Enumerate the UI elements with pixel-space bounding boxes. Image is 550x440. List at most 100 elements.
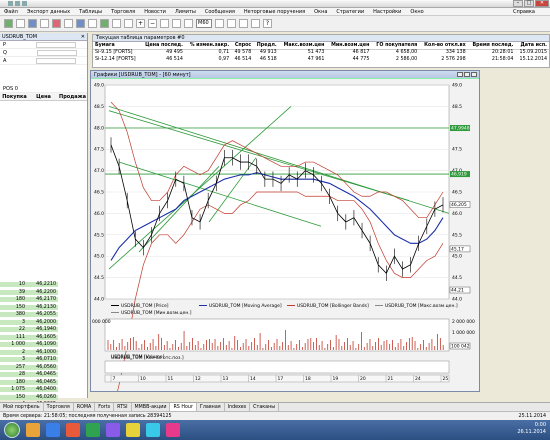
order-book-row[interactable]: 150 46,0260 (0, 394, 88, 402)
column-header[interactable]: % измен.закр. (184, 42, 232, 50)
order-book-row[interactable]: 3 46,2000 (0, 319, 88, 327)
close-icon[interactable]: ✕ (81, 34, 85, 40)
menu-item[interactable]: Торговля (111, 9, 135, 15)
text-tool-icon[interactable] (184, 19, 193, 28)
minimize-button[interactable]: – (513, 0, 523, 7)
taskbar-app-icon[interactable] (66, 423, 80, 437)
order-book-row[interactable]: 2 46,1000 (0, 349, 88, 357)
order-book-row[interactable]: 22 46,1940 (0, 326, 88, 334)
menu-item[interactable]: Сообщения (205, 9, 235, 15)
menu-item[interactable]: Настройки (373, 9, 401, 15)
price-chart[interactable]: 49.049.048.548.548.048.047.547.547.047.0… (91, 79, 479, 419)
minimize-button[interactable] (457, 72, 463, 77)
taskbar-app-icon[interactable] (166, 423, 180, 437)
column-header[interactable]: ГО покупателя (371, 42, 420, 50)
order-icon[interactable] (40, 19, 49, 28)
quantity-field[interactable]: Q (0, 49, 87, 57)
save-icon[interactable] (16, 19, 25, 28)
cursor-icon[interactable] (160, 19, 169, 28)
legend-entry[interactable]: USDRUB_TOM [Макс.возм.цен.] (385, 303, 458, 309)
timeframe-select[interactable]: M60 (196, 19, 212, 28)
volume-left-label: 000 000 (92, 319, 111, 325)
help-icon[interactable]: ? (263, 19, 272, 28)
taskbar-app-icon[interactable] (26, 423, 40, 437)
column-header[interactable]: Спрос (231, 42, 254, 50)
zoom-in-icon[interactable]: + (136, 19, 145, 28)
column-header[interactable]: Предл. (253, 42, 279, 50)
clock-time: 0:00 (534, 422, 546, 428)
trade-icon[interactable] (100, 19, 109, 28)
column-header[interactable]: Цена послед. (140, 42, 185, 50)
order-book-row[interactable]: 257 46,0560 (0, 364, 88, 372)
quantity-input[interactable] (36, 49, 77, 56)
table-row[interactable]: Si-9.15 [FORTS] 49 495 0,71 49 578 49 913 51 … (93, 49, 549, 56)
column-header[interactable]: Мин.возм.цен (326, 42, 372, 50)
order-book-row[interactable]: 28 46,0465 (0, 371, 88, 379)
order-book-row[interactable]: 1 000 46,1090 (0, 341, 88, 349)
toolbar-icon[interactable] (15, 1, 20, 6)
candles-icon[interactable] (215, 19, 224, 28)
print-icon[interactable] (251, 19, 260, 28)
order-book-row[interactable]: 180 46,0465 (0, 379, 88, 387)
chart-icon[interactable] (52, 19, 61, 28)
menu-item[interactable]: Неторговые поручения (244, 9, 305, 15)
oi-legend: USDRUB_TOM [Кол-во отс.поз.] (111, 355, 184, 361)
settings-icon[interactable] (124, 19, 133, 28)
account-field[interactable]: А (0, 57, 87, 65)
legend-entry[interactable]: USDRUB_TOM [Мин.возм.цен.] (121, 310, 192, 316)
taskbar-app-icon[interactable] (146, 423, 160, 437)
taskbar-app-icon[interactable] (126, 423, 140, 437)
column-header[interactable]: Макс.возм.цен (278, 42, 327, 50)
filter-icon[interactable] (112, 19, 121, 28)
legend-entry[interactable]: USDRUB_TOM [Price] (121, 303, 169, 309)
menu-item[interactable]: Стратегии (336, 9, 364, 15)
order-book-row[interactable]: 111 46,1605 (0, 334, 88, 342)
menu-item[interactable]: Окна (314, 9, 327, 15)
start-button[interactable] (4, 422, 20, 438)
maximize-button[interactable]: □ (524, 0, 534, 7)
taskbar-app-icon[interactable] (86, 423, 100, 437)
menu-item[interactable]: Экспорт данных (27, 9, 70, 15)
line-tool-icon[interactable] (172, 19, 181, 28)
zoom-out-icon[interactable]: − (148, 19, 157, 28)
order-book-row[interactable]: 3 46,0710 (0, 356, 88, 364)
account-select[interactable] (36, 57, 77, 64)
close-button[interactable]: ✕ (535, 0, 549, 7)
taskbar-app-icon[interactable] (106, 423, 120, 437)
connect-icon[interactable] (4, 19, 13, 28)
news-icon[interactable] (64, 19, 73, 28)
toolbar-icon[interactable] (22, 1, 27, 6)
price-field[interactable]: Р (0, 41, 87, 49)
legend-entry[interactable]: USDRUB_TOM [Bollinger Bands] (297, 303, 369, 309)
menu-item[interactable]: Новости (144, 9, 166, 15)
maximize-button[interactable] (464, 72, 470, 77)
column-header[interactable]: Кол-во откл.вх (419, 42, 468, 50)
table-icon[interactable] (28, 19, 37, 28)
taskbar-app-icon[interactable] (46, 423, 60, 437)
order-book-row[interactable]: 180 46,2170 (0, 296, 88, 304)
indicator-icon[interactable] (239, 19, 248, 28)
menu-item-help[interactable]: Справка (513, 9, 535, 15)
menu-item[interactable]: Лимиты (175, 9, 196, 15)
bars-icon[interactable] (227, 19, 236, 28)
toolbar-icon[interactable] (8, 1, 13, 6)
order-book-row[interactable]: 1 075 46,0400 (0, 386, 88, 394)
order-book-row[interactable]: 10 46,2210 (0, 281, 88, 289)
quotes-icon[interactable] (88, 19, 97, 28)
legend-entry[interactable]: USDRUB_TOM [Moving Average] (209, 303, 282, 309)
ask-volume: 10 (0, 282, 28, 288)
price-input[interactable] (36, 41, 77, 48)
close-button[interactable] (471, 72, 477, 77)
menu-item[interactable]: Окно (410, 9, 423, 15)
column-header[interactable]: Бумага (93, 42, 141, 50)
table-row[interactable]: Si-12.14 [FORTS] 46 514 0,97 46 514 46 518 47… (93, 56, 549, 63)
order-book-row[interactable]: 150 46,2130 (0, 304, 88, 312)
column-header[interactable]: Время послед. (467, 42, 516, 50)
order-book-row[interactable]: 39 46,2200 (0, 289, 88, 297)
menu-item[interactable]: Файл (4, 9, 18, 15)
column-header[interactable]: Дата исп. (515, 42, 549, 50)
order-book-row[interactable]: 380 46,2055 (0, 311, 88, 319)
portfolio-icon[interactable] (76, 19, 85, 28)
menu-item[interactable]: Таблицы (79, 9, 102, 15)
ask-price: 46,0560 (28, 364, 58, 370)
